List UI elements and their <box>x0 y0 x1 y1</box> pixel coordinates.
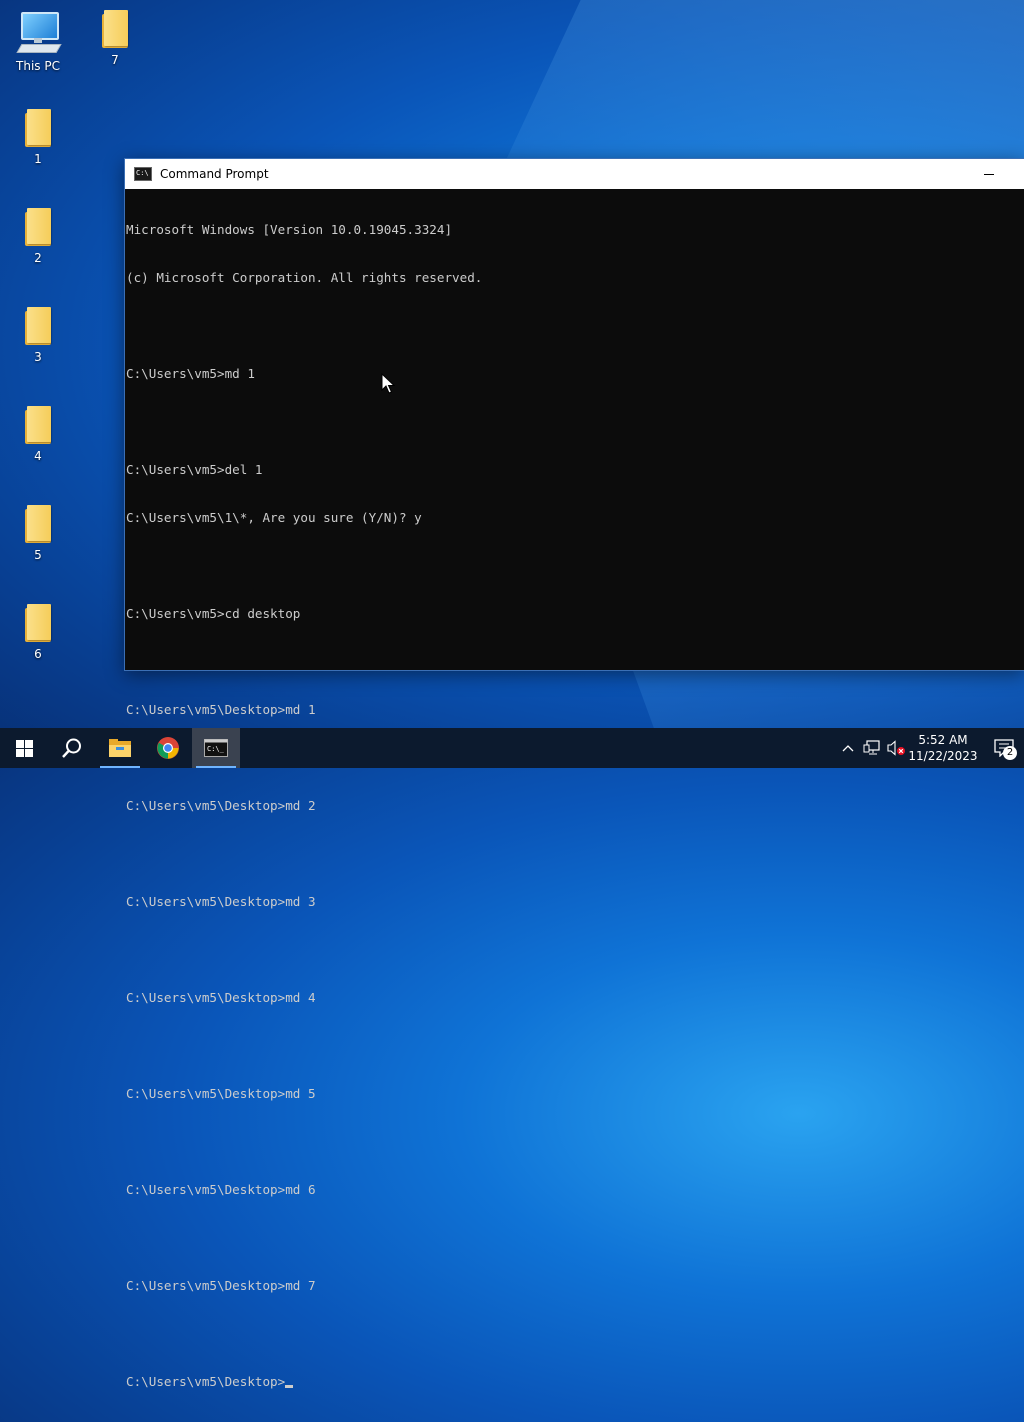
desktop-icon-folder-2[interactable]: 2 <box>0 208 76 265</box>
console-line: C:\Users\vm5\1\*, Are you sure (Y/N)? y <box>126 510 422 525</box>
search-button[interactable] <box>48 728 96 768</box>
clock-time: 5:52 AM <box>918 733 968 747</box>
taskbar-chrome[interactable] <box>144 728 192 768</box>
console-line: Microsoft Windows [Version 10.0.19045.33… <box>126 222 453 237</box>
desktop-icon-label: 2 <box>34 251 42 265</box>
taskbar-file-explorer[interactable] <box>96 728 144 768</box>
search-icon <box>62 738 81 758</box>
taskbar-command-prompt[interactable]: C:\_ <box>192 728 240 768</box>
network-button[interactable] <box>860 728 884 768</box>
svg-text:C:\_: C:\_ <box>207 745 225 753</box>
console-line: C:\Users\vm5>cd desktop <box>126 606 301 621</box>
console-line: C:\Users\vm5\Desktop>md 6 <box>126 1182 316 1197</box>
console-line: C:\Users\vm5>del 1 <box>126 462 263 477</box>
chrome-icon <box>157 737 179 759</box>
console-line: C:\Users\vm5\Desktop>md 5 <box>126 1086 316 1101</box>
desktop-icon-label: 4 <box>34 449 42 463</box>
show-hidden-icons-button[interactable] <box>836 728 860 768</box>
system-tray: 5:52 AM 11/22/2023 2 <box>836 728 1024 768</box>
command-prompt-window[interactable]: C:\ Command Prompt Microsoft Windows [Ve… <box>124 158 1024 1389</box>
console-prompt: C:\Users\vm5\Desktop> <box>126 1374 286 1389</box>
command-prompt-icon: C:\_ <box>204 739 228 757</box>
console-line: C:\Users\vm5\Desktop>md 3 <box>126 894 316 909</box>
chevron-up-icon <box>842 745 854 752</box>
folder-icon <box>23 406 53 444</box>
window-title: Command Prompt <box>160 167 269 181</box>
console-line: C:\Users\vm5\Desktop>md 4 <box>126 990 316 1005</box>
console-output[interactable]: Microsoft Windows [Version 10.0.19045.33… <box>125 189 1024 1422</box>
desktop-icon-folder-5[interactable]: 5 <box>0 505 76 562</box>
start-button[interactable] <box>0 728 48 768</box>
desktop-icon-folder-3[interactable]: 3 <box>0 307 76 364</box>
console-prompt-line[interactable]: C:\Users\vm5\Desktop> <box>126 1374 1024 1390</box>
action-center-button[interactable]: 2 <box>984 728 1024 768</box>
console-line: C:\Users\vm5\Desktop>md 1 <box>126 702 316 717</box>
desktop-icon-folder-4[interactable]: 4 <box>0 406 76 463</box>
window-titlebar[interactable]: C:\ Command Prompt <box>125 159 1024 189</box>
desktop-icon-this-pc[interactable]: This PC <box>0 10 76 73</box>
console-line: C:\Users\vm5>md 1 <box>126 366 255 381</box>
desktop-icon-label: 7 <box>111 53 119 67</box>
console-line: (c) Microsoft Corporation. All rights re… <box>126 270 483 285</box>
folder-icon <box>100 10 130 48</box>
file-explorer-icon <box>109 739 131 757</box>
minimize-icon <box>984 173 994 175</box>
folder-icon <box>23 505 53 543</box>
notification-count-badge: 2 <box>1003 746 1017 760</box>
clock-date: 11/22/2023 <box>908 749 978 763</box>
desktop-icon-label: 1 <box>34 152 42 166</box>
folder-icon <box>23 208 53 246</box>
folder-icon <box>23 604 53 642</box>
start-icon <box>15 739 33 757</box>
folder-icon <box>23 307 53 345</box>
desktop-icon-folder-7[interactable]: 7 <box>77 10 153 67</box>
mouse-pointer-icon <box>381 373 395 394</box>
command-prompt-app-icon: C:\ <box>134 167 152 181</box>
volume-muted-icon <box>887 740 905 756</box>
volume-button[interactable] <box>884 728 908 768</box>
desktop-icon-folder-1[interactable]: 1 <box>0 109 76 166</box>
desktop-icon-label: 3 <box>34 350 42 364</box>
network-icon <box>863 740 880 755</box>
desktop-icon-folder-6[interactable]: 6 <box>0 604 76 661</box>
desktop-icon-label: 6 <box>34 647 42 661</box>
console-line: C:\Users\vm5\Desktop>md 7 <box>126 1278 316 1293</box>
console-line: C:\Users\vm5\Desktop>md 2 <box>126 798 316 813</box>
computer-icon <box>15 10 62 54</box>
clock[interactable]: 5:52 AM 11/22/2023 <box>908 732 978 764</box>
desktop-icon-label: 5 <box>34 548 42 562</box>
folder-icon <box>23 109 53 147</box>
taskbar: C:\_ 5:52 AM 11/22/2023 2 <box>0 728 1024 768</box>
minimize-button[interactable] <box>973 159 1005 189</box>
text-cursor <box>285 1385 294 1388</box>
desktop-icon-label: This PC <box>16 59 60 73</box>
